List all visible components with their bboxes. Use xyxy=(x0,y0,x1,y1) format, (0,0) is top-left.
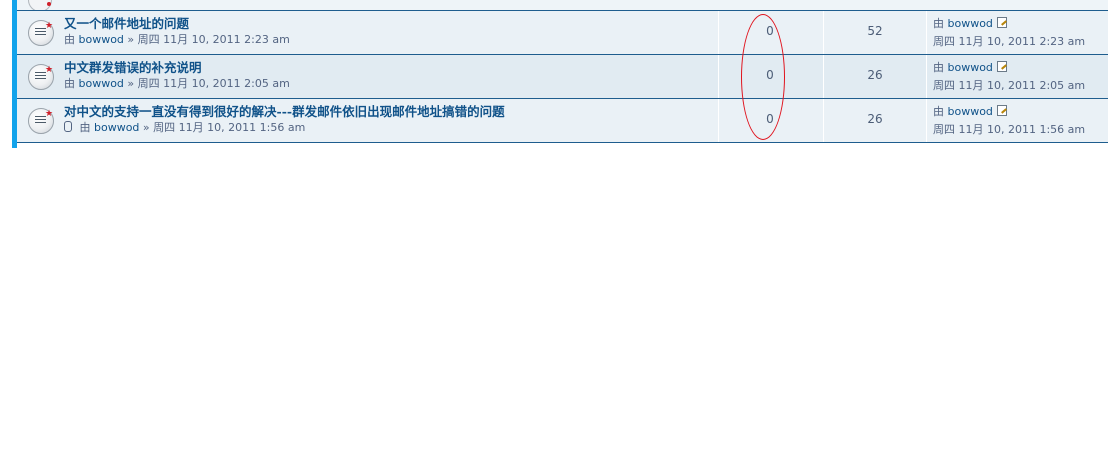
by-label: 由 xyxy=(933,105,944,118)
replies-count: 0 xyxy=(766,68,774,82)
topic-row: ★ 又一个邮件地址的问题 由 bowwod » 周四 11月 10, 2011 … xyxy=(17,11,1108,55)
topic-meta: 由 bowwod » 周四 11月 10, 2011 1:56 am xyxy=(64,119,305,135)
column-divider xyxy=(718,99,719,142)
views-count: 26 xyxy=(867,112,883,126)
views-count: 52 xyxy=(867,24,883,38)
topic-list: ★ 又一个邮件地址的问题 由 bowwod » 周四 11月 10, 2011 … xyxy=(12,0,1108,148)
column-divider xyxy=(823,55,824,98)
separator: » xyxy=(127,77,135,90)
view-latest-post-icon[interactable] xyxy=(996,61,1007,72)
by-label: 由 xyxy=(64,77,75,90)
by-label: 由 xyxy=(79,121,91,134)
topic-meta: 由 bowwod » 周四 11月 10, 2011 2:23 am xyxy=(64,31,290,47)
unread-topic-icon: ★ xyxy=(28,20,54,46)
last-post-date: 周四 11月 10, 2011 1:56 am xyxy=(933,123,1086,136)
topic-row-partial xyxy=(17,0,1108,11)
last-author-link[interactable]: bowwod xyxy=(948,17,993,30)
by-label: 由 xyxy=(64,33,75,46)
topic-row: ★ 中文群发错误的补充说明 由 bowwod » 周四 11月 10, 2011… xyxy=(17,55,1108,99)
replies-count: 0 xyxy=(766,112,774,126)
unread-topic-icon: ★ xyxy=(28,64,54,90)
post-date: 周四 11月 10, 2011 1:56 am xyxy=(153,121,306,134)
column-divider xyxy=(718,55,719,98)
column-divider xyxy=(823,11,824,54)
unread-star-icon xyxy=(47,2,51,6)
last-post-date: 周四 11月 10, 2011 2:05 am xyxy=(933,79,1086,92)
paperclip-icon xyxy=(64,121,72,132)
author-link[interactable]: bowwod xyxy=(79,77,124,90)
separator: » xyxy=(127,33,135,46)
by-label: 由 xyxy=(933,61,944,74)
topic-title-link[interactable]: 又一个邮件地址的问题 xyxy=(64,13,189,32)
post-date: 周四 11月 10, 2011 2:23 am xyxy=(137,33,290,46)
column-divider xyxy=(926,11,927,54)
view-latest-post-icon[interactable] xyxy=(996,105,1007,116)
last-author-link[interactable]: bowwod xyxy=(948,105,993,118)
topic-list-body: ★ 又一个邮件地址的问题 由 bowwod » 周四 11月 10, 2011 … xyxy=(17,0,1108,148)
last-post: 由 bowwod 周四 11月 10, 2011 2:05 am xyxy=(933,59,1085,93)
last-post: 由 bowwod 周四 11月 10, 2011 1:56 am xyxy=(933,103,1085,137)
topic-meta: 由 bowwod » 周四 11月 10, 2011 2:05 am xyxy=(64,75,290,91)
unread-topic-icon: ★ xyxy=(28,108,54,134)
last-author-link[interactable]: bowwod xyxy=(948,61,993,74)
author-link[interactable]: bowwod xyxy=(94,121,139,134)
column-divider xyxy=(823,99,824,142)
last-post-date: 周四 11月 10, 2011 2:23 am xyxy=(933,35,1086,48)
topic-row: ★ 对中文的支持一直没有得到很好的解决---群发邮件依旧出现邮件地址搞错的问题 … xyxy=(17,99,1108,143)
replies-count: 0 xyxy=(766,24,774,38)
column-divider xyxy=(926,55,927,98)
author-link[interactable]: bowwod xyxy=(79,33,124,46)
post-date: 周四 11月 10, 2011 2:05 am xyxy=(137,77,290,90)
views-count: 26 xyxy=(867,68,883,82)
separator: » xyxy=(142,121,150,134)
last-post: 由 bowwod 周四 11月 10, 2011 2:23 am xyxy=(933,15,1085,49)
by-label: 由 xyxy=(933,17,944,30)
topic-title-link[interactable]: 对中文的支持一直没有得到很好的解决---群发邮件依旧出现邮件地址搞错的问题 xyxy=(64,101,505,120)
column-divider xyxy=(926,99,927,142)
topic-title-link[interactable]: 中文群发错误的补充说明 xyxy=(64,57,202,76)
column-divider xyxy=(718,11,719,54)
view-latest-post-icon[interactable] xyxy=(996,17,1007,28)
